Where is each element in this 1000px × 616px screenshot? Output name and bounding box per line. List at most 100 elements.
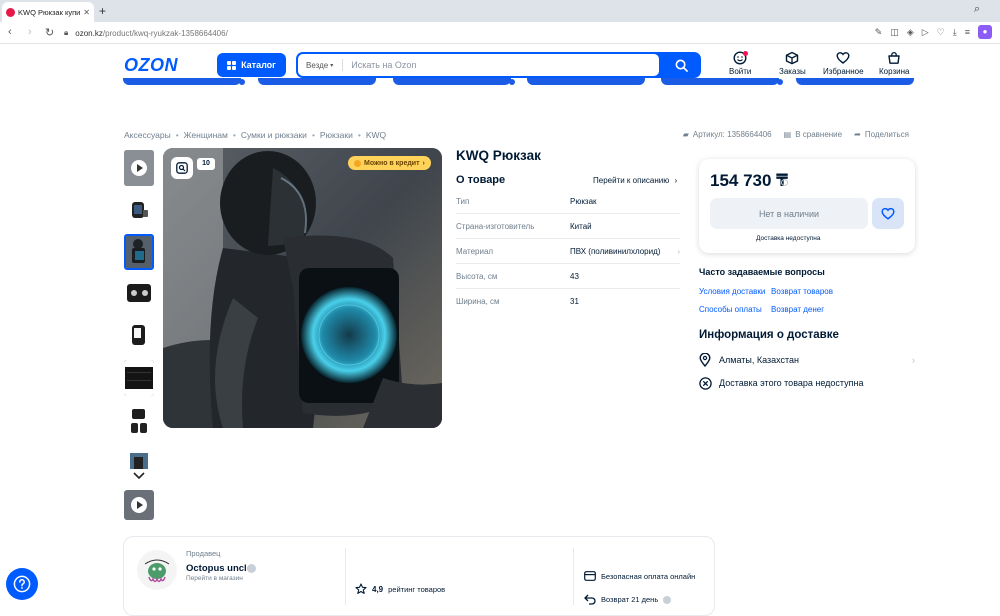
spec-row[interactable]: Материал ПВХ (поливинилхлорид) › [456, 239, 680, 264]
go-to-store-link[interactable]: Перейти в магазин [186, 575, 243, 582]
url-field[interactable]: 🔒︎ ozon.kz/product/kwq-ryukzak-135866440… [58, 25, 958, 41]
coin-icon [354, 159, 361, 167]
orders-button[interactable]: Заказы [779, 51, 806, 76]
gallery-thumb[interactable] [124, 360, 154, 396]
chevron-down-icon[interactable] [133, 472, 145, 483]
notification-dot [743, 51, 749, 56]
spec-key: Высота, см [456, 271, 498, 281]
breadcrumb-item[interactable]: Сумки и рюкзаки [241, 130, 307, 140]
backpack-photo [163, 148, 442, 428]
seller-rating: 4,9 рейтинг товаров [355, 583, 445, 595]
rating-value: 4,9 [372, 584, 384, 594]
info-icon[interactable] [781, 179, 788, 186]
breadcrumb-item[interactable]: Рюкзаки [320, 130, 353, 140]
search-input[interactable] [351, 60, 632, 70]
faq-link-delivery-terms[interactable]: Условия доставки [699, 287, 765, 296]
star-icon [355, 583, 367, 594]
browser-tab[interactable]: KWQ Рюкзак купить на Ozon ✕ [2, 2, 94, 22]
add-to-favorites-button[interactable] [872, 198, 904, 229]
price: 154 730 ₸ [710, 171, 789, 190]
info-icon[interactable] [663, 595, 672, 604]
gallery-thumb[interactable] [124, 276, 154, 312]
rating-label: рейтинг товаров [388, 584, 446, 594]
profile-icon[interactable]: ● [978, 25, 992, 39]
category-pill[interactable] [258, 78, 376, 85]
menu-icon[interactable]: ≡ [965, 27, 970, 37]
spec-row: Тип Рюкзак [456, 189, 680, 214]
spec-value: ПВХ (поливинилхлорид) [570, 246, 661, 256]
seller-logo[interactable] [137, 550, 177, 590]
screenshot-icon[interactable]: ◫ [890, 27, 899, 38]
cart-button[interactable]: Корзина [879, 51, 909, 76]
category-strip [123, 78, 916, 87]
category-pill[interactable] [393, 78, 515, 85]
ozon-logo[interactable]: OZON [124, 55, 178, 76]
faq-link-returns[interactable]: Возврат товаров [771, 287, 833, 296]
user-icon [733, 51, 749, 65]
gallery-thumb[interactable] [124, 318, 154, 354]
spec-row: Высота, см 43 [456, 264, 680, 289]
login-button[interactable]: Войти [729, 51, 751, 76]
close-tab-icon[interactable]: ✕ [83, 8, 90, 17]
category-pill[interactable] [661, 78, 783, 85]
delivery-info-title: Информация о доставке [699, 329, 839, 341]
gallery-thumb-active[interactable] [124, 234, 154, 270]
seller-name[interactable]: Octopus uncle [186, 563, 252, 574]
reload-icon[interactable]: ↻ [45, 26, 54, 39]
forward-icon[interactable]: › [28, 26, 32, 38]
shield-icon[interactable]: ◈ [907, 27, 914, 38]
faq-link-refund[interactable]: Возврат денег [771, 305, 824, 314]
safe-payment-label: Безопасная оплата онлайн [601, 571, 696, 581]
spec-row: Страна-изготовитель Китай [456, 214, 680, 239]
return-policy: Возврат 21 день [584, 594, 672, 605]
credit-badge[interactable]: Можно в кредит › [348, 156, 431, 170]
url-domain: ozon.kz [75, 28, 103, 38]
ozon-favicon-icon [6, 7, 15, 17]
gallery-thumb-video[interactable] [124, 490, 154, 520]
tab-search-icon[interactable]: ⌕ [974, 3, 980, 16]
out-of-stock-button[interactable]: Нет в наличии [710, 198, 868, 229]
extension-icons: ✎ ◫ ◈ ▷ ♡ ⤓ ≡ ● [875, 25, 992, 39]
faq-link-payment[interactable]: Способы оплаты [699, 305, 762, 314]
return-label: Возврат 21 день [601, 595, 659, 604]
share-button[interactable]: ➦ Поделиться [854, 130, 909, 139]
chevron-right-icon: › [912, 355, 915, 365]
gallery-thumb[interactable] [124, 192, 154, 228]
gallery-thumb[interactable] [124, 403, 154, 439]
heart-icon [836, 51, 850, 65]
compare-icon: ▤ [783, 130, 792, 139]
info-icon[interactable] [247, 564, 256, 573]
bookmark-heart-icon[interactable]: ♡ [937, 27, 945, 38]
search-button[interactable] [661, 52, 701, 78]
category-pill[interactable] [796, 78, 914, 85]
gallery-thumb-video[interactable] [124, 150, 154, 186]
breadcrumb-item[interactable]: KWQ [366, 130, 386, 140]
product-main-image[interactable] [163, 148, 442, 428]
goto-description-link[interactable]: Перейти к описанию › [593, 176, 677, 185]
delivery-city-row[interactable]: Алматы, Казахстан › [699, 349, 915, 371]
catalog-button[interactable]: Каталог [217, 53, 286, 77]
image-search-button[interactable] [171, 157, 193, 179]
location-pin-icon [699, 353, 713, 367]
url-path: /product/kwq-ryukzak-1358664406/ [102, 28, 228, 38]
chat-icon: ▰ [682, 130, 689, 139]
compare-button[interactable]: ▤ В сравнение [784, 130, 842, 139]
download-icon[interactable]: ⤓ [953, 27, 957, 38]
delivery-city: Алматы, Казахстан [719, 355, 800, 365]
lock-icon: 🔒︎ [64, 28, 69, 37]
edit-icon[interactable]: ✎ [875, 27, 883, 38]
article-number[interactable]: ▰ Артикул: 1358664406 [683, 130, 772, 139]
category-pill[interactable] [527, 78, 645, 85]
spec-key: Тип [456, 196, 470, 206]
search-scope-label: Везде [306, 60, 329, 70]
favorites-button[interactable]: Избранное [823, 51, 864, 76]
breadcrumb-item[interactable]: Аксессуары [124, 130, 171, 140]
search-scope-select[interactable]: Везде ▾ [298, 59, 344, 71]
category-pill[interactable] [123, 78, 245, 85]
help-button[interactable] [6, 568, 38, 600]
product-actions: ▰ Артикул: 1358664406 ▤ В сравнение ➦ По… [683, 130, 909, 139]
breadcrumb-item[interactable]: Женщинам [184, 130, 228, 140]
new-tab-icon[interactable]: + [99, 4, 106, 18]
play-icon[interactable]: ▷ [922, 27, 929, 38]
back-icon[interactable]: ‹ [8, 26, 12, 38]
